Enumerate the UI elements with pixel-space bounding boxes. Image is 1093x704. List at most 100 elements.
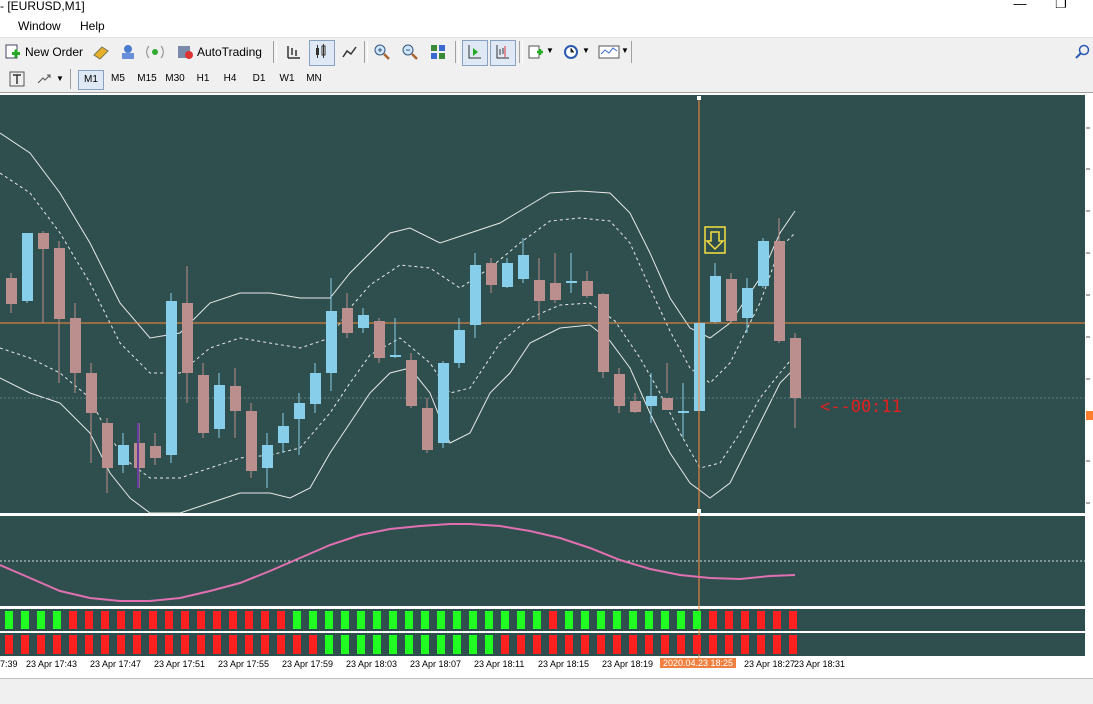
indicators-dropdown-icon[interactable]: ▼ bbox=[546, 46, 554, 55]
title-bar: - [EURUSD,M1] — ❐ bbox=[0, 0, 1093, 16]
histogram-bar bbox=[613, 635, 621, 654]
timeframe-d1[interactable]: D1 bbox=[248, 70, 270, 88]
timeframe-w1[interactable]: W1 bbox=[276, 70, 298, 88]
signal-icon[interactable] bbox=[146, 43, 164, 61]
menu-help[interactable]: Help bbox=[80, 19, 105, 33]
search-icon[interactable] bbox=[1074, 43, 1092, 61]
histogram-bar bbox=[693, 611, 701, 629]
chart-window[interactable] bbox=[0, 93, 1093, 678]
time-label: 23 Apr 18:03 bbox=[346, 659, 398, 669]
histogram-bar bbox=[405, 635, 413, 654]
terminal-icon[interactable] bbox=[119, 43, 137, 61]
candle-body bbox=[486, 263, 497, 285]
time-label: 23 Apr 18:07 bbox=[410, 659, 462, 669]
timeframe-mn[interactable]: MN bbox=[303, 70, 325, 88]
autoscroll-icon[interactable] bbox=[465, 43, 483, 61]
histogram-bar bbox=[469, 635, 477, 654]
histogram-bar bbox=[293, 611, 301, 629]
histogram-bar bbox=[309, 635, 317, 654]
candle-body bbox=[710, 276, 721, 322]
templates-dropdown-icon[interactable]: ▼ bbox=[621, 46, 629, 55]
candle-body bbox=[38, 233, 49, 249]
histogram-bar bbox=[21, 635, 29, 654]
candle-body bbox=[118, 445, 129, 465]
arrows-dropdown-icon[interactable]: ▼ bbox=[56, 74, 64, 83]
timeframe-m1[interactable]: M1 bbox=[78, 70, 104, 90]
histogram-bar bbox=[597, 635, 605, 654]
timeframe-h1[interactable]: H1 bbox=[192, 70, 214, 88]
menu-window[interactable]: Window bbox=[18, 19, 61, 33]
candles-icon[interactable] bbox=[312, 43, 330, 61]
candle-body bbox=[214, 385, 225, 429]
tile-icon[interactable] bbox=[429, 43, 447, 61]
candle-body bbox=[310, 373, 321, 404]
candle-body bbox=[758, 241, 769, 286]
periods-icon[interactable] bbox=[562, 43, 580, 61]
new-order-button[interactable]: New Order bbox=[4, 41, 83, 63]
candle-body bbox=[6, 278, 17, 304]
histogram-bar bbox=[453, 635, 461, 654]
zoom-in-icon[interactable] bbox=[373, 43, 391, 61]
time-label: 23 Apr 17:55 bbox=[218, 659, 270, 669]
price-chart[interactable] bbox=[0, 93, 1093, 678]
candle-body bbox=[150, 446, 161, 458]
time-label: 7:39 bbox=[0, 659, 18, 669]
timeframe-m30[interactable]: M30 bbox=[162, 70, 188, 88]
signal-histogram-panel-2 bbox=[0, 633, 1085, 656]
histogram-bar bbox=[629, 635, 637, 654]
timeframe-m15[interactable]: M15 bbox=[134, 70, 160, 88]
time-label: 23 Apr 18:27 bbox=[744, 659, 796, 669]
histogram-bar bbox=[5, 611, 13, 629]
main-toolbar: New Order AutoTrading ▼ ▼ ▼ bbox=[0, 38, 1093, 67]
histogram-bar bbox=[197, 635, 205, 654]
candle-body bbox=[406, 360, 417, 406]
histogram-bar bbox=[757, 635, 765, 654]
histogram-bar bbox=[725, 611, 733, 629]
histogram-bar bbox=[661, 611, 669, 629]
histogram-bar bbox=[437, 635, 445, 654]
histogram-bar bbox=[581, 635, 589, 654]
time-label: 23 Apr 18:15 bbox=[538, 659, 590, 669]
candle-body bbox=[358, 315, 369, 328]
history-icon[interactable] bbox=[92, 43, 110, 61]
candle-body bbox=[342, 308, 353, 333]
histogram-bar bbox=[693, 635, 701, 654]
indicators-icon[interactable] bbox=[527, 43, 545, 61]
candle-body bbox=[502, 263, 513, 287]
line-chart-icon[interactable] bbox=[340, 43, 358, 61]
histogram-bar bbox=[725, 635, 733, 654]
histogram-bar bbox=[789, 611, 797, 629]
restore-button[interactable]: ❐ bbox=[1046, 0, 1076, 16]
signal-histogram-panel-1 bbox=[0, 609, 1085, 631]
text-tool-icon[interactable] bbox=[9, 71, 25, 87]
histogram-bar bbox=[453, 611, 461, 629]
zoom-out-icon[interactable] bbox=[401, 43, 419, 61]
histogram-bar bbox=[21, 611, 29, 629]
candle-body bbox=[726, 279, 737, 321]
bar-chart-icon[interactable] bbox=[284, 43, 302, 61]
histogram-bar bbox=[181, 635, 189, 654]
timeframe-h4[interactable]: H4 bbox=[219, 70, 241, 88]
arrows-tool-icon[interactable] bbox=[36, 71, 52, 87]
histogram-bar bbox=[677, 611, 685, 629]
minimize-button[interactable]: — bbox=[1005, 0, 1035, 16]
toolbar-end-divider bbox=[631, 41, 632, 63]
histogram-bar bbox=[613, 611, 621, 629]
chart-shift-icon[interactable] bbox=[493, 43, 511, 61]
crosshair-handle-bottom[interactable] bbox=[697, 509, 701, 513]
autotrading-button[interactable]: AutoTrading bbox=[176, 41, 262, 63]
candle-body bbox=[742, 288, 753, 318]
histogram-bar bbox=[117, 611, 125, 629]
histogram-bar bbox=[485, 611, 493, 629]
new-order-icon bbox=[5, 44, 20, 59]
time-label: 23 Apr 18:31 bbox=[794, 659, 846, 669]
crosshair-handle-top[interactable] bbox=[697, 96, 701, 100]
histogram-bar bbox=[133, 611, 141, 629]
candle-body bbox=[550, 283, 561, 300]
candle-body bbox=[454, 330, 465, 363]
crosshair-time-label: 2020.04.23 18:25 bbox=[660, 658, 737, 668]
periods-dropdown-icon[interactable]: ▼ bbox=[582, 46, 590, 55]
templates-icon[interactable] bbox=[598, 43, 620, 61]
time-label: 23 Apr 17:51 bbox=[154, 659, 206, 669]
timeframe-m5[interactable]: M5 bbox=[107, 70, 129, 88]
